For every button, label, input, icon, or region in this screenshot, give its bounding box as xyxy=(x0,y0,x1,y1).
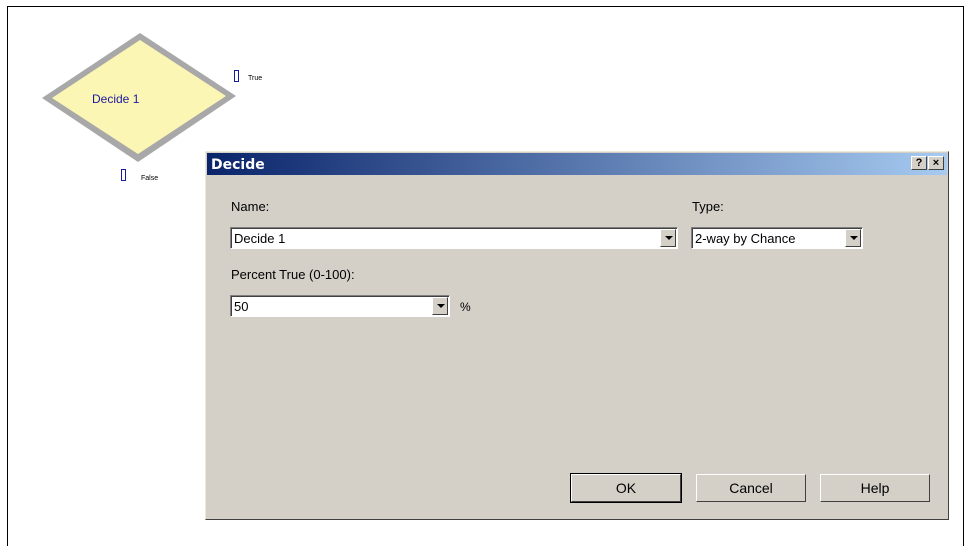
name-label: Name: xyxy=(231,199,270,214)
name-value: Decide 1 xyxy=(234,231,286,246)
percent-true-label: Percent True (0-100): xyxy=(231,267,355,282)
close-button[interactable]: × xyxy=(928,156,944,170)
chevron-down-icon[interactable] xyxy=(845,229,861,247)
percent-unit: % xyxy=(460,300,471,314)
help-button[interactable]: Help xyxy=(820,474,930,502)
percent-true-combobox[interactable]: 50 xyxy=(230,295,450,317)
decide-dialog: Decide ? × Name: Decide 1 Type: 2-way by… xyxy=(205,151,949,520)
question-icon: ? xyxy=(915,157,923,169)
type-label: Type: xyxy=(692,199,724,214)
percent-true-value: 50 xyxy=(234,299,249,314)
chevron-down-icon[interactable] xyxy=(432,297,448,315)
type-select[interactable]: 2-way by Chance xyxy=(691,227,863,249)
help-title-button[interactable]: ? xyxy=(911,156,927,170)
dialog-titlebar[interactable]: Decide ? × xyxy=(207,153,947,175)
true-port-label: True xyxy=(248,75,263,82)
chevron-down-icon[interactable] xyxy=(660,229,676,247)
type-value: 2-way by Chance xyxy=(695,231,796,246)
cancel-button[interactable]: Cancel xyxy=(696,474,806,502)
dialog-title: Decide xyxy=(211,157,265,173)
false-port-label: False xyxy=(141,175,159,182)
name-combobox[interactable]: Decide 1 xyxy=(230,227,678,249)
true-exit-port[interactable] xyxy=(234,70,239,82)
close-icon: × xyxy=(932,157,940,169)
module-label: Decide 1 xyxy=(92,92,140,106)
ok-button[interactable]: OK xyxy=(570,473,682,503)
false-exit-port[interactable] xyxy=(121,169,126,181)
